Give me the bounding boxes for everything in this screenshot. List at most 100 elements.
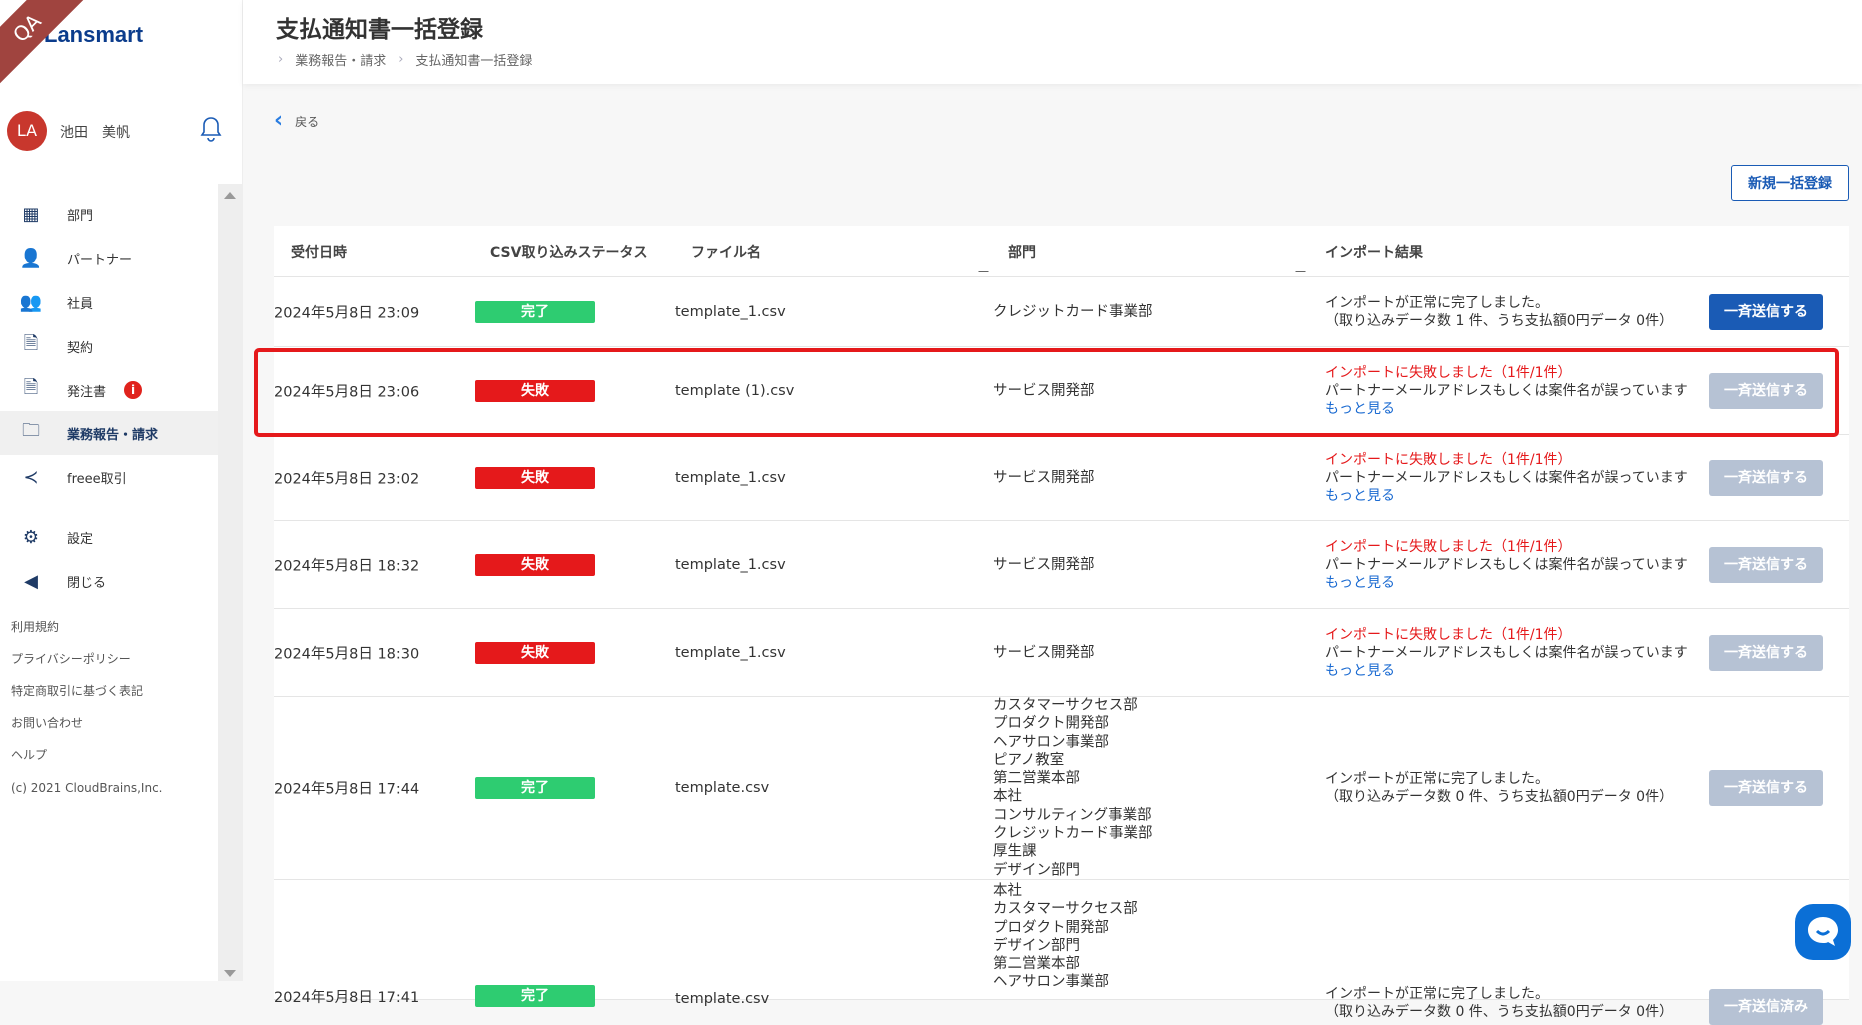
received-datetime: 2024年5月8日 18:30 — [274, 646, 420, 662]
sidebar-item-1[interactable]: 👤 パートナー — [0, 236, 218, 280]
breadcrumb-item[interactable]: 業務報告・請求 — [295, 50, 386, 69]
sidebar-item-label: 設定 — [67, 531, 94, 547]
status-badge: 完了 — [475, 777, 595, 799]
department-list: カスタマーサクセス部 プロダクト開発部 ヘアサロン事業部 ピアノ教室 第二営業本部 本社コ… — [993, 697, 1153, 880]
document-icon: 🗎 — [23, 333, 39, 354]
department-name: サービス開発部 — [993, 382, 1095, 399]
new-bulk-register-button[interactable]: 新規一括登録 — [1731, 165, 1849, 201]
result-line: パートナーメールアドレスもしくは案件名が誤っています — [1325, 469, 1688, 486]
bulk-send-button[interactable]: 一斉送信する — [1709, 293, 1823, 330]
department-name: サービス開発部 — [993, 556, 1095, 573]
arrow-left-circle-icon: ◀ — [24, 570, 38, 592]
sidebar-item-3[interactable]: 🗎 契約 — [0, 324, 218, 368]
bulk-send-button[interactable]: 一斉送信する — [1709, 372, 1823, 409]
column-header-date: 受付日時 — [291, 245, 347, 261]
breadcrumb-item: 支払通知書一括登録 — [415, 54, 533, 69]
show-more-link[interactable]: もっと見る — [1325, 400, 1688, 418]
column-header-file: ファイル名 — [691, 245, 761, 261]
received-datetime: 2024年5月8日 17:44 — [274, 781, 420, 798]
bulk-send-button[interactable]: 一斉送信済み — [1709, 989, 1823, 1025]
sidebar-item-5[interactable]: 🗀 業務報告・請求 — [0, 411, 218, 455]
table-row: 2024年5月8日 23:09 完了 template_1.csv クレジットカ… — [274, 277, 1849, 347]
import-result: インポートが正常に完了しました。 （取り込みデータ数 0 件、うち支払額0円データ… — [1325, 770, 1673, 806]
result-line: パートナーメールアドレスもしくは案件名が誤っています — [1325, 382, 1688, 399]
breadcrumb: › 業務報告・請求 › 支払通知書一括登録 — [278, 50, 532, 69]
bulk-send-button[interactable]: 一斉送信する — [1709, 634, 1823, 671]
back-link[interactable]: ‹ 戻る — [274, 110, 319, 132]
received-datetime: 2024年5月8日 18:32 — [274, 558, 420, 574]
import-result: インポートに失敗しました（1件/1件） パートナーメールアドレスもしくは案件名が誤… — [1325, 626, 1688, 680]
footer-link[interactable]: ヘルプ — [11, 746, 47, 763]
department-list: サービス開発部 — [993, 555, 1095, 573]
department-name: プロダクト開発部 — [993, 715, 1109, 732]
import-result: インポートに失敗しました（1件/1件） パートナーメールアドレスもしくは案件名が誤… — [1325, 451, 1688, 505]
received-datetime: 2024年5月8日 17:41 — [274, 990, 420, 1006]
brand-logo[interactable]: Lansmart — [44, 22, 143, 48]
received-datetime: 2024年5月8日 23:09 — [274, 305, 420, 321]
column-header-status: CSV取り込みステータス — [490, 245, 648, 261]
page-header: 支払通知書一括登録 › 業務報告・請求 › 支払通知書一括登録 — [243, 0, 1862, 84]
footer-link[interactable]: 特定商取引に基づく表記 — [11, 682, 143, 699]
table-row: 2024年5月8日 18:32 失敗 template_1.csv サービス開発… — [274, 521, 1849, 609]
column-resize-handle[interactable] — [1295, 262, 1315, 272]
chat-bubble-icon — [1808, 917, 1838, 946]
people-icon: 👥 — [19, 291, 43, 313]
sidebar-item-6[interactable]: ≺ freee取引 — [0, 455, 218, 499]
department-name: 第二営業本部 — [993, 956, 1080, 973]
status-badge: 完了 — [475, 300, 595, 323]
table-row: 2024年5月8日 23:02 失敗 template_1.csv サービス開発… — [274, 435, 1849, 521]
footer-link[interactable]: プライバシーポリシー — [11, 650, 131, 667]
sidebar-scrollbar[interactable] — [218, 184, 243, 981]
chat-button[interactable] — [1795, 904, 1851, 960]
folder-icon: 🗀 — [22, 420, 40, 441]
sidebar-item-label: freee取引 — [67, 471, 127, 487]
avatar[interactable]: LA — [7, 111, 47, 151]
user-name: 池田 美帆 — [60, 125, 130, 141]
scroll-down-arrow-icon[interactable] — [224, 970, 236, 977]
department-name: 厚生課 — [993, 843, 1037, 860]
error-message: インポートに失敗しました（1件/1件） — [1325, 538, 1572, 555]
show-more-link[interactable]: もっと見る — [1325, 574, 1688, 592]
bell-icon[interactable] — [200, 116, 222, 142]
sidebar-item-label: パートナー — [67, 252, 133, 268]
alert-badge-icon: i — [124, 381, 142, 399]
department-name: ヘアサロン事業部 — [993, 734, 1109, 751]
result-line: （取り込みデータ数 0 件、うち支払額0円データ 0件） — [1325, 1004, 1674, 1020]
document-icon: 🗎 — [23, 377, 39, 398]
file-name: template_1.csv — [675, 303, 786, 320]
department-name: コンサルティング事業部 — [993, 807, 1152, 824]
sidebar-item-label: 部門 — [67, 208, 94, 224]
file-name: template.csv — [675, 780, 770, 796]
department-list: サービス開発部 — [993, 643, 1095, 661]
show-more-link[interactable]: もっと見る — [1325, 662, 1688, 680]
scroll-up-arrow-icon[interactable] — [224, 192, 236, 199]
received-datetime: 2024年5月8日 23:06 — [274, 384, 420, 400]
sidebar: Lansmart QA LA 池田 美帆 ▦ 部門 👤 パートナー 👥 社員 🗎… — [0, 0, 243, 981]
column-resize-handle[interactable] — [978, 262, 998, 272]
sidebar-item-2[interactable]: 👥 社員 — [0, 280, 218, 324]
error-message: インポートに失敗しました（1件/1件） — [1325, 451, 1572, 468]
sidebar-item-7[interactable]: ⚙ 設定 — [0, 515, 218, 559]
gear-icon: ⚙ — [22, 526, 40, 548]
sidebar-item-4[interactable]: 🗎 発注書 i — [0, 368, 218, 412]
department-name: 本社 — [993, 883, 1022, 899]
sidebar-item-label: 業務報告・請求 — [67, 427, 159, 443]
sidebar-item-8[interactable]: ◀ 閉じる — [0, 559, 218, 603]
footer-link[interactable]: 利用規約 — [11, 618, 59, 635]
chevron-right-icon: › — [398, 52, 404, 67]
bulk-send-button[interactable]: 一斉送信する — [1709, 770, 1823, 806]
result-line: インポートが正常に完了しました。 — [1325, 771, 1549, 787]
result-line: （取り込みデータ数 1 件、うち支払額0円データ 0件） — [1325, 312, 1674, 329]
bulk-send-button[interactable]: 一斉送信する — [1709, 546, 1823, 583]
department-name: プロダクト開発部 — [993, 919, 1109, 936]
status-badge: 失敗 — [475, 379, 595, 402]
department-name: クレジットカード事業部 — [993, 825, 1153, 842]
import-result: インポートに失敗しました（1件/1件） パートナーメールアドレスもしくは案件名が誤… — [1325, 364, 1688, 418]
sidebar-item-0[interactable]: ▦ 部門 — [0, 192, 218, 236]
footer-link[interactable]: お問い合わせ — [11, 714, 83, 731]
table-header: 受付日時 CSV取り込みステータス ファイル名 部門 インポート結果 — [274, 226, 1849, 277]
bulk-send-button[interactable]: 一斉送信する — [1709, 459, 1823, 496]
result-line: インポートが正常に完了しました。 — [1325, 986, 1549, 1002]
result-line: インポートが正常に完了しました。 — [1325, 294, 1549, 311]
show-more-link[interactable]: もっと見る — [1325, 487, 1688, 505]
